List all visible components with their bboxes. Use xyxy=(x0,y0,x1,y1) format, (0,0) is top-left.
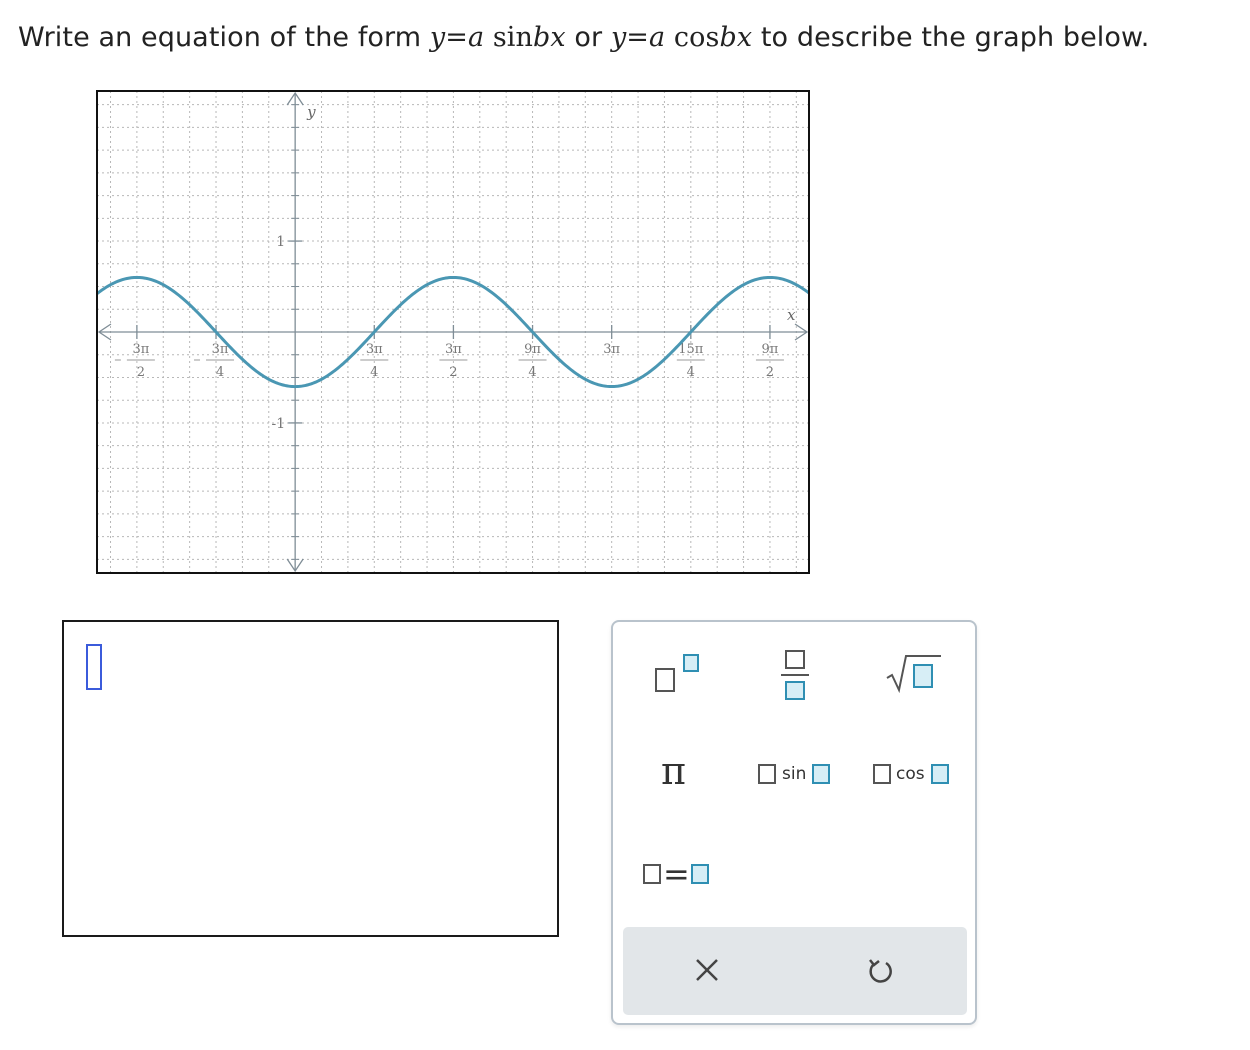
x-tick-denominator: 4 xyxy=(216,365,224,380)
x-tick-numerator: 3π xyxy=(603,342,620,357)
undo-icon xyxy=(869,959,892,983)
prompt-lead-text: Write an equation of the form xyxy=(18,22,430,53)
form2-y: y xyxy=(610,22,627,53)
form2-x: x xyxy=(736,22,753,53)
form1-a: a xyxy=(467,22,485,53)
equation-right-box xyxy=(691,864,709,884)
close-icon xyxy=(696,959,718,981)
form1-sin: sin xyxy=(484,22,534,53)
form1-y: y xyxy=(429,22,446,53)
equation-button[interactable]: = xyxy=(641,858,717,892)
form1-equals: = xyxy=(445,22,468,53)
cos-argument-box xyxy=(931,764,949,784)
x-tick-denominator: 2 xyxy=(766,365,774,380)
answer-cursor-slot[interactable] xyxy=(86,644,102,690)
fraction-button[interactable] xyxy=(781,648,811,704)
x-tick-denominator: 4 xyxy=(528,365,536,380)
y-tick-label: -1 xyxy=(272,416,286,432)
fraction-denominator-box xyxy=(785,681,805,700)
cos-coefficient-box xyxy=(873,764,891,784)
form1-x: x xyxy=(550,22,566,53)
equals-glyph: = xyxy=(663,855,690,893)
y-axis-label: y xyxy=(306,103,316,121)
exponent-button[interactable] xyxy=(653,650,723,700)
answer-input[interactable] xyxy=(62,620,559,937)
x-tick-denominator: 4 xyxy=(370,365,378,380)
pi-glyph: π xyxy=(661,749,686,793)
y-tick-label: 1 xyxy=(276,234,285,250)
exponent-base-box xyxy=(655,668,675,692)
prompt-or-text: or xyxy=(565,22,611,53)
sin-coefficient-box xyxy=(758,764,776,784)
math-palette: π sin cos = xyxy=(611,620,977,1025)
x-tick-denominator: 4 xyxy=(687,365,695,380)
form2-cos: cos xyxy=(665,22,720,53)
sin-label: sin xyxy=(782,764,807,784)
form1-b: b xyxy=(533,22,551,53)
x-tick-numerator: 9π xyxy=(524,342,541,357)
undo-button[interactable] xyxy=(858,949,902,993)
exponent-power-box xyxy=(683,654,699,672)
x-tick-numerator: 15π xyxy=(678,342,704,357)
form2-equals: = xyxy=(626,22,650,53)
fraction-numerator-box xyxy=(785,650,805,669)
x-tick-numerator: 9π xyxy=(762,342,779,357)
cos-button[interactable]: cos xyxy=(871,762,955,786)
palette-action-bar xyxy=(623,927,967,1015)
clear-button[interactable] xyxy=(685,949,729,993)
fraction-bar xyxy=(781,674,809,676)
x-axis-label: x xyxy=(787,306,796,324)
form2-a: a xyxy=(649,22,666,53)
x-tick-denominator: 2 xyxy=(449,365,457,380)
prompt-tail-text: to describe the graph below. xyxy=(752,22,1150,53)
x-tick-numerator: 3π xyxy=(445,342,462,357)
question-prompt: Write an equation of the form y=a sinbx … xyxy=(18,22,1149,53)
x-tick-denominator: 2 xyxy=(137,365,145,380)
radicand-box xyxy=(913,664,933,688)
graph: 1-1xy3π23π43π43π29π43π 15π49π2 xyxy=(96,90,810,574)
square-root-button[interactable] xyxy=(883,650,943,694)
x-tick-numerator: 3π xyxy=(366,342,383,357)
pi-button[interactable]: π xyxy=(657,752,697,792)
cos-label: cos xyxy=(896,764,925,784)
form2-b: b xyxy=(719,22,737,53)
sin-argument-box xyxy=(812,764,830,784)
x-tick-numerator: 3π xyxy=(132,342,149,357)
equation-left-box xyxy=(643,864,661,884)
sin-button[interactable]: sin xyxy=(756,762,836,786)
